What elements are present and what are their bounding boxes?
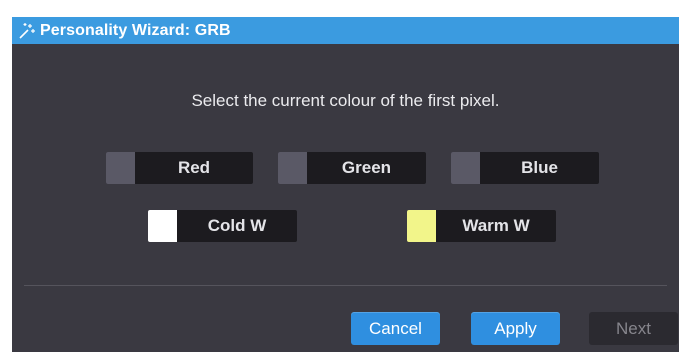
footer-divider bbox=[24, 285, 667, 286]
warm-white-swatch bbox=[407, 210, 436, 242]
green-swatch bbox=[278, 152, 307, 184]
blue-swatch bbox=[451, 152, 480, 184]
red-option-button[interactable]: Red bbox=[106, 152, 253, 184]
warm-white-option-button[interactable]: Warm W bbox=[407, 210, 556, 242]
instruction-text: Select the current colour of the first p… bbox=[191, 91, 500, 110]
red-label: Red bbox=[177, 158, 211, 177]
apply-button[interactable]: Apply bbox=[471, 312, 560, 345]
cancel-button[interactable]: Cancel bbox=[351, 312, 440, 345]
cold-white-option-button[interactable]: Cold W bbox=[148, 210, 297, 242]
warm-white-label: Warm W bbox=[462, 216, 530, 235]
cold-white-swatch bbox=[148, 210, 177, 242]
window-title: Personality Wizard: GRB bbox=[40, 21, 231, 39]
red-swatch bbox=[106, 152, 135, 184]
title-bar: Personality Wizard: GRB bbox=[12, 17, 679, 44]
wizard-window: Personality Wizard: GRB Select the curre… bbox=[12, 17, 679, 352]
cold-white-label: Cold W bbox=[207, 216, 267, 235]
blue-label: Blue bbox=[521, 158, 558, 177]
green-label: Green bbox=[341, 158, 392, 177]
wizard-wand-icon bbox=[16, 20, 38, 42]
next-button[interactable]: Next bbox=[589, 312, 678, 345]
green-option-button[interactable]: Green bbox=[278, 152, 426, 184]
blue-option-button[interactable]: Blue bbox=[451, 152, 599, 184]
